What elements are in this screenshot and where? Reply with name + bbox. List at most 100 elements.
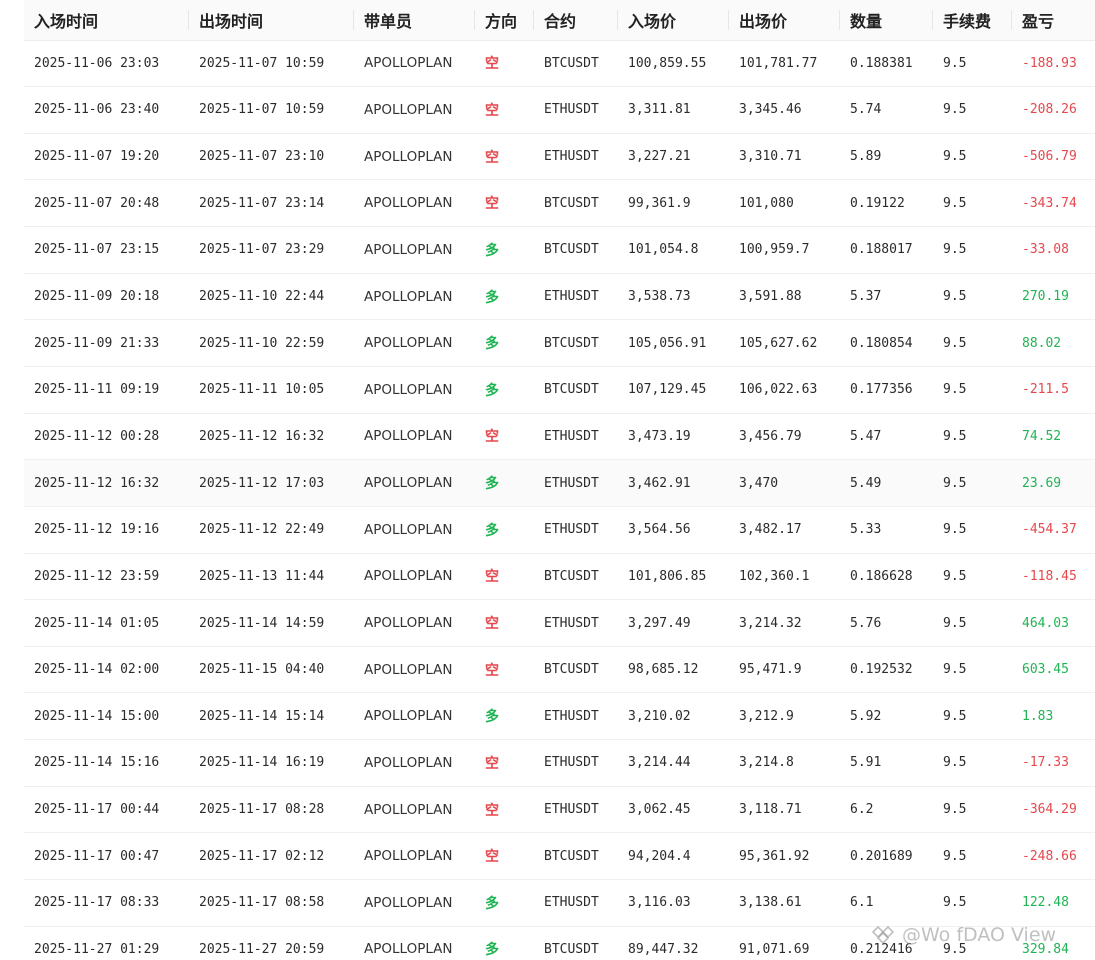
cell-exit-time: 2025-11-15 04:40 — [189, 646, 354, 694]
cell-trader: APOLLOPLAN — [354, 179, 475, 228]
cell-entry-time: 2025-11-14 15:00 — [24, 692, 189, 741]
cell-quantity: 5.89 — [840, 133, 933, 181]
cell-pnl: 270.19 — [1012, 273, 1095, 321]
cell-exit-price: 95,471.9 — [729, 646, 840, 694]
cell-trader: APOLLOPLAN — [354, 786, 475, 834]
cell-exit-time: 2025-11-27 20:59 — [189, 926, 354, 960]
cell-contract: ETHUSDT — [534, 599, 618, 647]
cell-exit-price: 101,781.77 — [729, 40, 840, 88]
cell-entry-price: 3,062.45 — [618, 786, 729, 834]
table-row[interactable]: 2025-11-14 01:05 2025-11-14 14:59 APOLLOPL… — [24, 599, 1095, 647]
cell-exit-time: 2025-11-12 22:49 — [189, 506, 354, 554]
cell-pnl: -118.45 — [1012, 553, 1095, 601]
cell-contract: BTCUSDT — [534, 646, 618, 694]
table-row[interactable]: 2025-11-12 23:59 2025-11-13 11:44 APOLLOPL… — [24, 553, 1095, 601]
cell-exit-time: 2025-11-14 14:59 — [189, 599, 354, 647]
cell-contract: BTCUSDT — [534, 926, 618, 960]
cell-direction: 空 — [475, 553, 534, 601]
cell-exit-time: 2025-11-07 23:14 — [189, 179, 354, 228]
table-row[interactable]: 2025-11-07 20:48 2025-11-07 23:14 APOLLOPL… — [24, 179, 1095, 228]
table-row[interactable]: 2025-11-09 20:18 2025-11-10 22:44 APOLLOPL… — [24, 273, 1095, 321]
cell-entry-price: 99,361.9 — [618, 179, 729, 228]
col-header-pnl[interactable]: 盈亏 — [1012, 0, 1095, 41]
cell-entry-price: 3,227.21 — [618, 133, 729, 181]
table-row[interactable]: 2025-11-12 00:28 2025-11-12 16:32 APOLLOPL… — [24, 413, 1095, 461]
table-row[interactable]: 2025-11-12 16:32 2025-11-12 17:03 APOLLOPL… — [24, 459, 1095, 507]
col-header-direction[interactable]: 方向 — [475, 0, 534, 41]
cell-exit-time: 2025-11-14 16:19 — [189, 739, 354, 787]
col-header-fee[interactable]: 手续费 — [933, 0, 1012, 41]
table-row[interactable]: 2025-11-09 21:33 2025-11-10 22:59 APOLLOPL… — [24, 319, 1095, 367]
cell-fee: 9.5 — [933, 459, 1012, 507]
table-row[interactable]: 2025-11-14 02:00 2025-11-15 04:40 APOLLOPL… — [24, 646, 1095, 694]
table-row[interactable]: 2025-11-14 15:00 2025-11-14 15:14 APOLLOPL… — [24, 692, 1095, 741]
cell-contract: ETHUSDT — [534, 879, 618, 927]
cell-quantity: 5.76 — [840, 599, 933, 647]
cell-direction: 多 — [475, 319, 534, 367]
cell-quantity: 0.201689 — [840, 832, 933, 881]
cell-pnl: -343.74 — [1012, 179, 1095, 228]
cell-entry-time: 2025-11-12 00:28 — [24, 413, 189, 461]
table-row[interactable]: 2025-11-11 09:19 2025-11-11 10:05 APOLLOPL… — [24, 366, 1095, 414]
cell-exit-price: 3,482.17 — [729, 506, 840, 554]
cell-entry-price: 3,214.44 — [618, 739, 729, 787]
table-row[interactable]: 2025-11-14 15:16 2025-11-14 16:19 APOLLOPL… — [24, 739, 1095, 787]
cell-direction: 空 — [475, 786, 534, 834]
cell-direction: 空 — [475, 86, 534, 134]
cell-entry-price: 100,859.55 — [618, 40, 729, 88]
col-header-exit-price[interactable]: 出场价 — [729, 0, 840, 41]
cell-entry-time: 2025-11-17 00:44 — [24, 786, 189, 834]
col-header-trader[interactable]: 带单员 — [354, 0, 475, 41]
cell-direction: 多 — [475, 273, 534, 321]
col-header-quantity[interactable]: 数量 — [840, 0, 933, 41]
cell-exit-price: 3,591.88 — [729, 273, 840, 321]
cell-quantity: 0.186628 — [840, 553, 933, 601]
cell-direction: 空 — [475, 599, 534, 647]
table-row[interactable]: 2025-11-17 00:47 2025-11-17 02:12 APOLLOPL… — [24, 832, 1095, 881]
cell-trader: APOLLOPLAN — [354, 40, 475, 88]
cell-fee: 9.5 — [933, 319, 1012, 367]
cell-direction: 空 — [475, 832, 534, 881]
cell-fee: 9.5 — [933, 599, 1012, 647]
cell-exit-time: 2025-11-12 17:03 — [189, 459, 354, 507]
table-row[interactable]: 2025-11-06 23:40 2025-11-07 10:59 APOLLOPL… — [24, 86, 1095, 134]
cell-exit-time: 2025-11-11 10:05 — [189, 366, 354, 414]
cell-exit-time: 2025-11-10 22:59 — [189, 319, 354, 367]
cell-quantity: 6.2 — [840, 786, 933, 834]
cell-entry-price: 3,564.56 — [618, 506, 729, 554]
cell-pnl: -506.79 — [1012, 133, 1095, 181]
col-header-contract[interactable]: 合约 — [534, 0, 618, 41]
cell-fee: 9.5 — [933, 926, 1012, 960]
col-header-entry-time[interactable]: 入场时间 — [24, 0, 189, 41]
cell-direction: 多 — [475, 692, 534, 741]
cell-direction: 多 — [475, 926, 534, 960]
cell-contract: ETHUSDT — [534, 413, 618, 461]
cell-trader: APOLLOPLAN — [354, 459, 475, 507]
cell-quantity: 5.91 — [840, 739, 933, 787]
cell-entry-price: 101,806.85 — [618, 553, 729, 601]
cell-pnl: -188.93 — [1012, 40, 1095, 88]
table-row[interactable]: 2025-11-06 23:03 2025-11-07 10:59 APOLLOPL… — [24, 40, 1095, 88]
table-row[interactable]: 2025-11-17 00:44 2025-11-17 08:28 APOLLOPL… — [24, 786, 1095, 834]
col-header-exit-time[interactable]: 出场时间 — [189, 0, 354, 41]
cell-direction: 空 — [475, 40, 534, 88]
table-row[interactable]: 2025-11-12 19:16 2025-11-12 22:49 APOLLOPL… — [24, 506, 1095, 554]
table-row[interactable]: 2025-11-07 23:15 2025-11-07 23:29 APOLLOPL… — [24, 226, 1095, 274]
table-row[interactable]: 2025-11-17 08:33 2025-11-17 08:58 APOLLOPL… — [24, 879, 1095, 927]
cell-quantity: 0.212416 — [840, 926, 933, 960]
cell-entry-price: 105,056.91 — [618, 319, 729, 367]
header-row: 入场时间 出场时间 带单员 方向 合约 入场价 出场价 数量 手续费 盈亏 — [24, 0, 1095, 41]
cell-exit-time: 2025-11-13 11:44 — [189, 553, 354, 601]
col-header-entry-price[interactable]: 入场价 — [618, 0, 729, 41]
cell-exit-price: 101,080 — [729, 179, 840, 228]
cell-contract: ETHUSDT — [534, 506, 618, 554]
cell-entry-time: 2025-11-09 20:18 — [24, 273, 189, 321]
cell-quantity: 5.33 — [840, 506, 933, 554]
cell-entry-time: 2025-11-06 23:40 — [24, 86, 189, 134]
cell-exit-price: 95,361.92 — [729, 832, 840, 881]
cell-fee: 9.5 — [933, 179, 1012, 228]
cell-entry-time: 2025-11-12 19:16 — [24, 506, 189, 554]
cell-entry-time: 2025-11-07 23:15 — [24, 226, 189, 274]
table-row[interactable]: 2025-11-07 19:20 2025-11-07 23:10 APOLLOPL… — [24, 133, 1095, 181]
table-row[interactable]: 2025-11-27 01:29 2025-11-27 20:59 APOLLOPL… — [24, 926, 1095, 960]
